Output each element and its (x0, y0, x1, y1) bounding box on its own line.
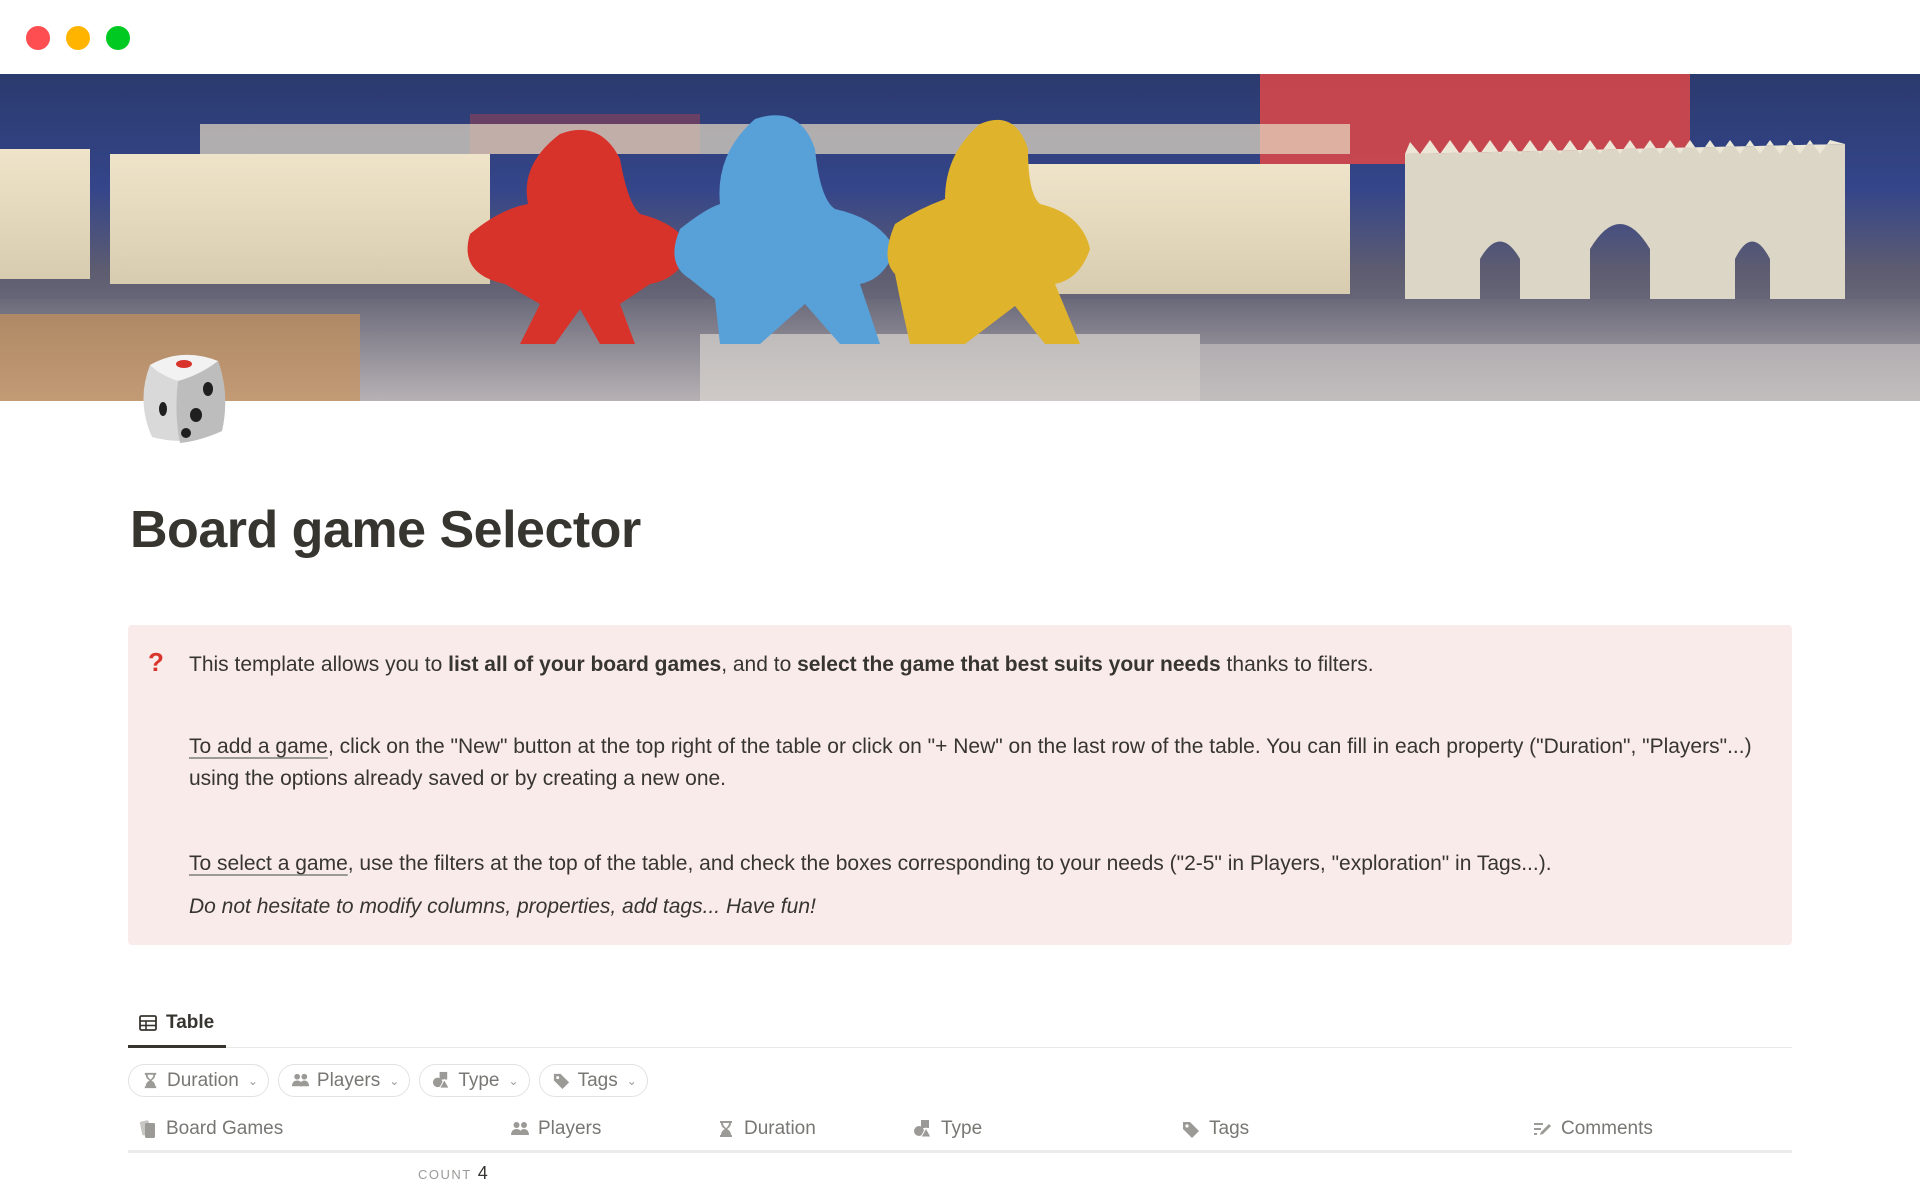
text-edit-icon (1534, 1123, 1551, 1135)
underlined-heading: To add a game (189, 735, 328, 758)
text: , click on the "New" button at the top r… (189, 735, 1752, 790)
cover-illustration (0, 74, 1920, 401)
shapes-icon (433, 1071, 451, 1089)
filter-label: Players (316, 1069, 381, 1091)
page-cover-image (0, 74, 1920, 401)
info-callout: ? This template allows you to list all o… (128, 625, 1792, 945)
table-header-row: Board Games Players Duration Type Tags C… (128, 1108, 1792, 1153)
page-title[interactable]: Board game Selector (130, 500, 641, 560)
chevron-down-icon: ⌄ (626, 1073, 637, 1088)
tab-label: Table (166, 1011, 215, 1033)
filter-label: Duration (167, 1069, 239, 1091)
column-label: Type (941, 1118, 983, 1139)
callout-select-game: To select a game, use the filters at the… (189, 848, 1752, 880)
filter-players[interactable]: Players ⌄ (277, 1064, 411, 1097)
column-label: Players (538, 1118, 602, 1139)
filter-tags[interactable]: Tags ⌄ (538, 1064, 648, 1097)
maximize-window-button[interactable] (106, 26, 130, 50)
question-mark-icon[interactable]: ? (148, 647, 164, 678)
people-icon (511, 1122, 529, 1135)
column-header-board-games[interactable]: Board Games (138, 1108, 283, 1150)
emphasis: select the game that best suits your nee… (797, 653, 1221, 676)
database-view-tabs: Table (128, 1000, 1792, 1048)
column-label: Duration (744, 1118, 816, 1139)
column-header-tags[interactable]: Tags (1181, 1108, 1249, 1150)
chevron-down-icon: ⌄ (389, 1073, 400, 1088)
underlined-heading: To select a game (189, 852, 348, 875)
count-label: COUNT (418, 1167, 472, 1182)
filter-duration[interactable]: Duration ⌄ (128, 1064, 269, 1097)
minimize-window-button[interactable] (66, 26, 90, 50)
filter-label: Type (458, 1069, 500, 1091)
column-header-duration[interactable]: Duration (716, 1108, 816, 1150)
text: thanks to filters. (1220, 653, 1374, 676)
close-window-button[interactable] (26, 26, 50, 50)
column-label: Comments (1561, 1118, 1653, 1139)
chevron-down-icon: ⌄ (247, 1073, 258, 1088)
table-icon (139, 1014, 157, 1031)
filter-label: Tags (577, 1069, 618, 1091)
emphasis: list all of your board games (448, 653, 722, 676)
tag-icon (553, 1073, 569, 1090)
column-header-players[interactable]: Players (510, 1108, 601, 1150)
column-header-type[interactable]: Type (913, 1108, 982, 1150)
table-count[interactable]: COUNT 4 (418, 1163, 488, 1184)
tab-table[interactable]: Table (128, 1000, 226, 1048)
column-label: Tags (1209, 1118, 1250, 1139)
window-titlebar (0, 0, 1920, 74)
cards-icon (139, 1120, 155, 1138)
hourglass-icon (720, 1121, 732, 1137)
callout-add-game: To add a game, click on the "New" button… (189, 731, 1752, 795)
callout-intro: This template allows you to list all of … (189, 649, 1752, 681)
column-header-comments[interactable]: Comments (1533, 1108, 1653, 1150)
callout-body: This template allows you to list all of … (189, 649, 1752, 923)
text: , and to (721, 653, 798, 676)
count-value: 4 (477, 1163, 488, 1183)
people-icon (291, 1073, 309, 1087)
game-die-icon[interactable] (130, 345, 235, 450)
shapes-icon (914, 1120, 932, 1138)
chevron-down-icon: ⌄ (508, 1073, 519, 1088)
callout-have-fun: Do not hesitate to modify columns, prope… (189, 895, 816, 918)
filter-type[interactable]: Type ⌄ (419, 1064, 530, 1097)
tag-icon (1183, 1122, 1199, 1138)
hourglass-icon (144, 1072, 157, 1089)
filter-bar: Duration ⌄ Players ⌄ Type ⌄ Tags ⌄ (128, 1064, 648, 1097)
text: This template allows you to (189, 653, 449, 676)
text: , use the filters at the top of the tabl… (347, 852, 1552, 875)
column-label: Board Games (166, 1118, 284, 1139)
